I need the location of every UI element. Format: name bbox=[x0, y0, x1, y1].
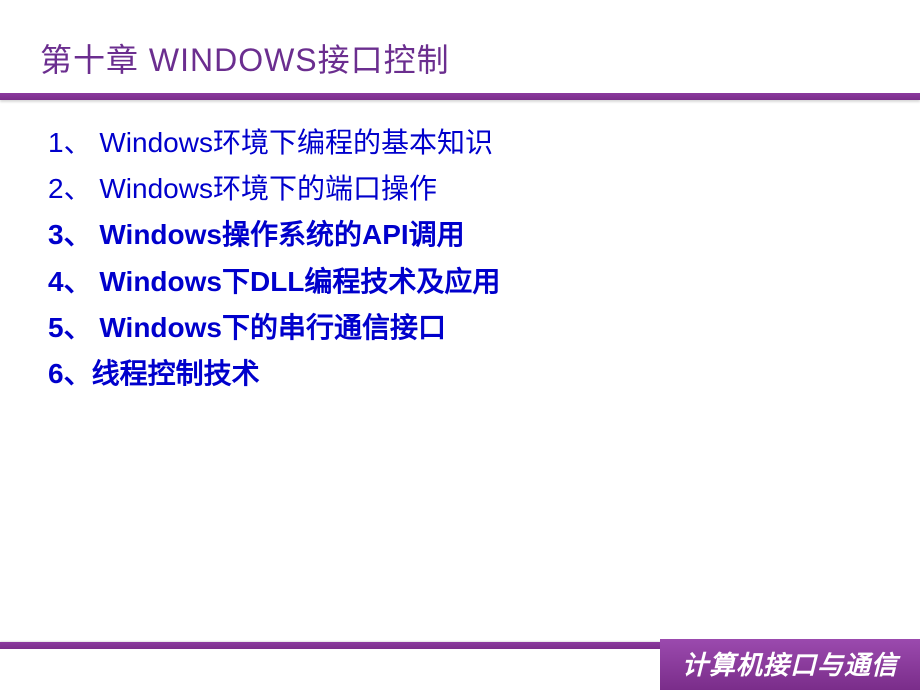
list-number: 4、 bbox=[48, 259, 92, 305]
list-number: 2、 bbox=[48, 166, 92, 212]
content-area: 1、 Windows环境下编程的基本知识 2、 Windows环境下的端口操作 … bbox=[0, 100, 920, 397]
list-number: 6、 bbox=[48, 351, 92, 397]
list-text: Windows环境下编程的基本知识 bbox=[92, 127, 493, 158]
list-item-6: 6、线程控制技术 bbox=[48, 351, 920, 397]
slide-title: 第十章 WINDOWS接口控制 bbox=[0, 0, 920, 93]
list-number: 5、 bbox=[48, 305, 92, 351]
list-item-5: 5、 Windows下的串行通信接口 bbox=[48, 305, 920, 351]
list-number: 1、 bbox=[48, 120, 92, 166]
list-text: Windows下的串行通信接口 bbox=[92, 312, 446, 343]
list-item-1: 1、 Windows环境下编程的基本知识 bbox=[48, 120, 920, 166]
list-item-3: 3、 Windows操作系统的API调用 bbox=[48, 212, 920, 258]
list-item-4: 4、 Windows下DLL编程技术及应用 bbox=[48, 259, 920, 305]
list-text: Windows操作系统的API调用 bbox=[92, 219, 465, 250]
list-item-2: 2、 Windows环境下的端口操作 bbox=[48, 166, 920, 212]
list-text: 线程控制技术 bbox=[92, 358, 260, 389]
list-number: 3、 bbox=[48, 212, 92, 258]
footer: 计算机接口与通信 bbox=[0, 642, 920, 690]
list-text: Windows下DLL编程技术及应用 bbox=[92, 266, 501, 297]
footer-label: 计算机接口与通信 bbox=[660, 639, 920, 690]
list-text: Windows环境下的端口操作 bbox=[92, 173, 437, 204]
slide-container: 第十章 WINDOWS接口控制 1、 Windows环境下编程的基本知识 2、 … bbox=[0, 0, 920, 690]
title-divider bbox=[0, 93, 920, 100]
